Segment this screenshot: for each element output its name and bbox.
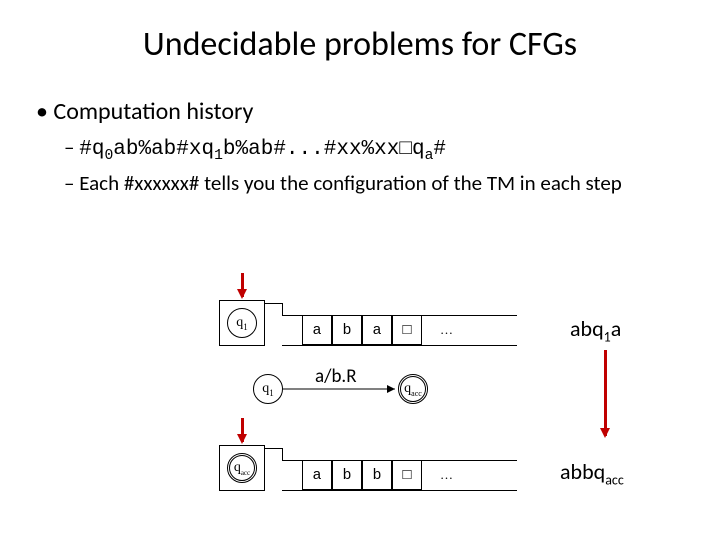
statebox-qacc: qacc bbox=[219, 445, 265, 491]
content-area: Computation history #q0ab%ab#xq1b%ab#...… bbox=[0, 97, 720, 198]
tape1-head-horiz bbox=[265, 303, 283, 304]
red-arrow-icon bbox=[241, 273, 244, 297]
tape2-head-horiz bbox=[265, 448, 283, 449]
tm-diagram: q1 a b a □ … abq1a q1 a/b.R qacc qacc a … bbox=[0, 0, 720, 540]
tape2-head-stem bbox=[282, 449, 283, 460]
tape2-cell-3: □ bbox=[392, 460, 422, 490]
transition-arrow-icon bbox=[283, 384, 403, 398]
bullet-computation-history: Computation history bbox=[36, 97, 684, 126]
tape1-ellipsis: … bbox=[440, 322, 453, 338]
bullet-config-explain: Each #xxxxxx# tells you the configuratio… bbox=[64, 170, 684, 197]
hist-frag: ab%ab#xq bbox=[113, 138, 214, 161]
tape1-cell-2: a bbox=[362, 315, 392, 345]
hist-sub: 0 bbox=[104, 148, 113, 164]
slide-title: Undecidable problems for CFGs bbox=[0, 0, 720, 75]
tape1-cell-0: a bbox=[302, 315, 332, 345]
tape1-top-line bbox=[282, 315, 517, 316]
tape1-cell-3: □ bbox=[392, 315, 422, 345]
red-arrow-icon bbox=[604, 350, 607, 436]
tape2-cell-1: b bbox=[332, 460, 362, 490]
tape2-top-line bbox=[282, 460, 517, 461]
bullet-history-string: #q0ab%ab#xq1b%ab#...#xx%xx□qa# bbox=[64, 134, 684, 166]
tape2-ellipsis: … bbox=[440, 467, 453, 483]
hist-frag: #q bbox=[79, 138, 104, 161]
state-q1-trans: q1 bbox=[253, 374, 283, 404]
hist-frag: # bbox=[433, 138, 446, 161]
state-label: q1 bbox=[262, 381, 274, 398]
tape2-bottom-line bbox=[282, 490, 517, 491]
statebox-q1: q1 bbox=[219, 300, 265, 346]
red-arrow-icon bbox=[241, 418, 244, 442]
tape2-cell-2: b bbox=[362, 460, 392, 490]
hist-sub: 1 bbox=[214, 148, 223, 164]
state-label: qacc bbox=[404, 381, 422, 398]
config-label-1: abq1a bbox=[570, 315, 621, 345]
tape1-bottom-line bbox=[282, 345, 517, 346]
state-qacc: qacc bbox=[227, 453, 257, 483]
tape1-cell-1: b bbox=[332, 315, 362, 345]
state-q1: q1 bbox=[227, 308, 257, 338]
tape2-cell-0: a bbox=[302, 460, 332, 490]
state-label: qacc bbox=[234, 460, 250, 477]
state-qacc-trans: qacc bbox=[398, 374, 428, 404]
transition-label: a/b.R bbox=[315, 365, 357, 388]
tape1-head-stem bbox=[282, 304, 283, 315]
config-label-2: abbqacc bbox=[560, 458, 624, 488]
state-label: q1 bbox=[236, 315, 248, 332]
hist-frag: b%ab#...#xx%xx□q bbox=[223, 138, 425, 161]
